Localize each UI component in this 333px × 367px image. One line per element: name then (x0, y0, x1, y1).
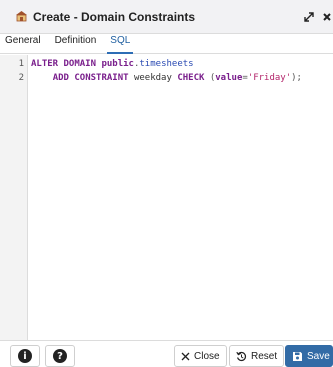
domain-constraint-icon (15, 10, 29, 24)
reset-button-label: Reset (251, 350, 278, 362)
line-number-gutter: 1 2 (0, 55, 28, 340)
code-line: ALTER DOMAIN public.timesheets (31, 57, 333, 71)
info-button[interactable]: i (10, 345, 40, 367)
code-line: ADD CONSTRAINT weekday CHECK (value='Fri… (31, 71, 333, 85)
sql-identifier: timesheets (139, 59, 194, 69)
floppy-disk-icon (292, 351, 303, 362)
sql-keyword: CHECK (177, 73, 205, 83)
sql-editor[interactable]: 1 2 ALTER DOMAIN public.timesheets ADD C… (0, 55, 333, 340)
help-icon: ? (53, 349, 67, 363)
tab-definition[interactable]: Definition (48, 34, 104, 53)
reset-button[interactable]: Reset (229, 345, 285, 367)
expand-arrows-icon[interactable] (303, 10, 315, 24)
close-x-icon[interactable] (321, 10, 333, 24)
dialog-footer: i ? Close Reset Save (0, 340, 333, 367)
close-button[interactable]: Close (174, 345, 227, 367)
sql-keyword: public (101, 59, 134, 69)
save-button-label: Save (307, 350, 330, 362)
x-icon (181, 352, 190, 361)
sql-keyword: ALTER DOMAIN (31, 59, 97, 69)
info-icon: i (18, 349, 32, 363)
dialog-titlebar: Create - Domain Constraints (0, 0, 333, 34)
line-number: 2 (18, 73, 24, 83)
sql-keyword: value (215, 73, 243, 83)
tab-sql[interactable]: SQL (103, 34, 137, 54)
sql-string: 'Friday' (247, 73, 292, 83)
help-button[interactable]: ? (45, 345, 75, 367)
save-button[interactable]: Save (285, 345, 333, 367)
line-number: 1 (18, 59, 24, 69)
reset-icon (236, 351, 247, 362)
code-punctuation: ( (204, 73, 216, 83)
sql-keyword: ADD CONSTRAINT (52, 73, 129, 83)
title-actions (297, 0, 333, 34)
tab-bar: General Definition SQL (0, 34, 333, 54)
dialog-title: Create - Domain Constraints (33, 9, 196, 24)
sql-code: ALTER DOMAIN public.timesheets ADD CONST… (31, 57, 333, 85)
close-button-label: Close (194, 350, 220, 362)
tab-general[interactable]: General (0, 34, 48, 53)
constraint-name: weekday (128, 73, 178, 83)
code-punctuation: ); (291, 73, 302, 83)
